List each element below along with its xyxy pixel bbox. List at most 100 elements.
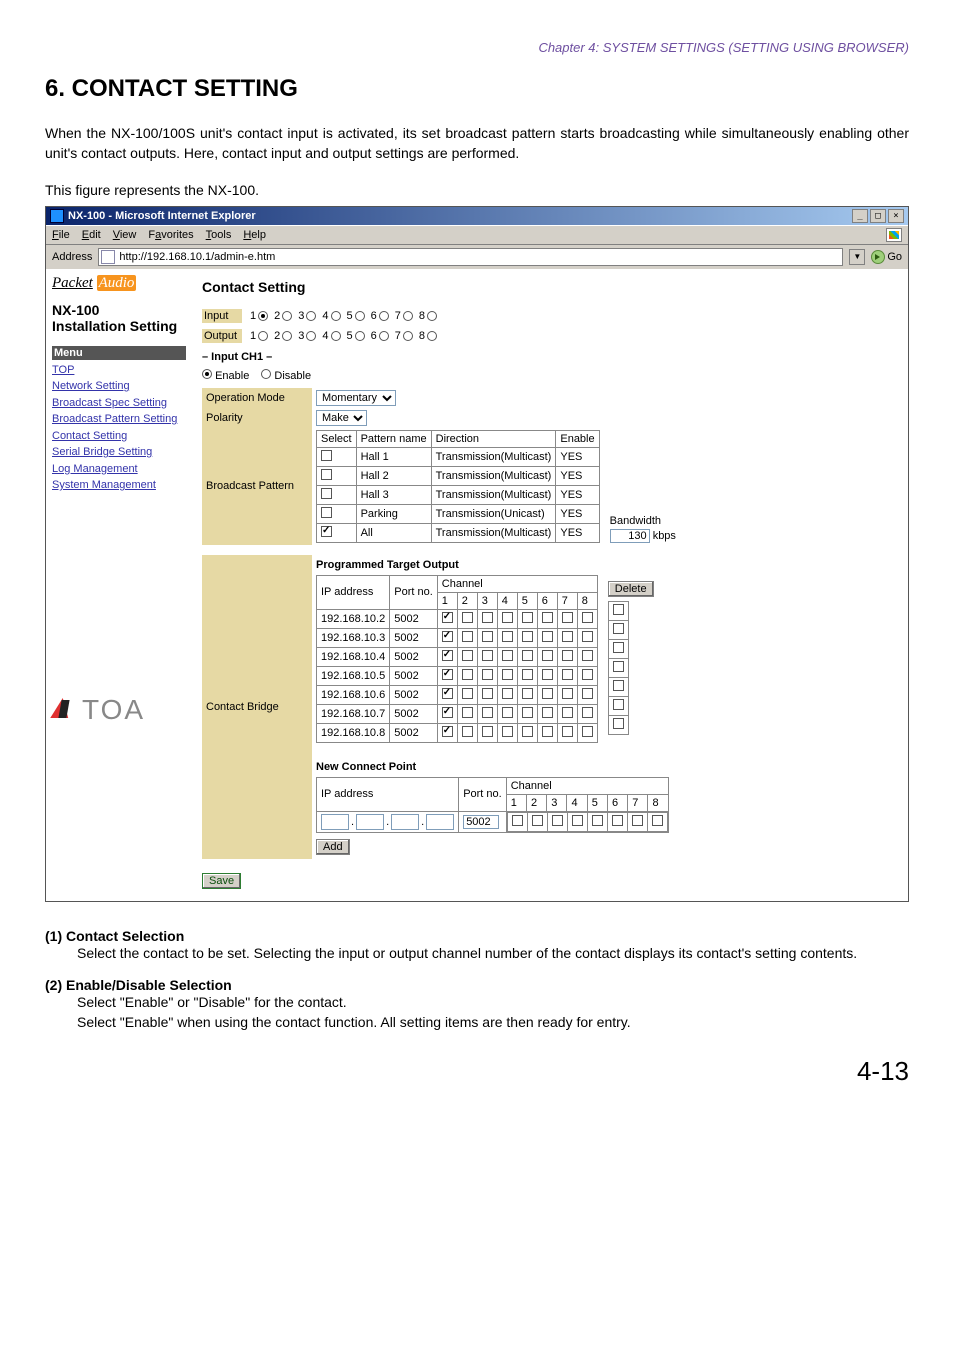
channel-checkbox[interactable]	[462, 726, 473, 737]
input-radio-2[interactable]: 2	[274, 310, 292, 322]
delete-checkbox[interactable]	[613, 604, 624, 615]
channel-checkbox[interactable]	[632, 815, 643, 826]
channel-checkbox[interactable]	[572, 815, 583, 826]
channel-checkbox[interactable]	[562, 612, 573, 623]
delete-button[interactable]: Delete	[608, 581, 654, 597]
channel-checkbox[interactable]	[522, 726, 533, 737]
address-dropdown-icon[interactable]: ▼	[849, 249, 865, 265]
close-button[interactable]: ×	[888, 209, 904, 223]
delete-checkbox[interactable]	[613, 680, 624, 691]
sidebar-link-broadcast-spec[interactable]: Broadcast Spec Setting	[52, 395, 186, 412]
menu-help[interactable]: Help	[243, 229, 266, 241]
channel-checkbox[interactable]	[562, 650, 573, 661]
channel-checkbox[interactable]	[582, 707, 593, 718]
channel-checkbox[interactable]	[582, 612, 593, 623]
channel-checkbox[interactable]	[522, 650, 533, 661]
select-checkbox[interactable]	[321, 488, 332, 499]
channel-checkbox[interactable]	[502, 707, 513, 718]
channel-checkbox[interactable]	[582, 650, 593, 661]
channel-checkbox[interactable]	[522, 631, 533, 642]
new-port-input[interactable]	[463, 815, 499, 829]
channel-checkbox[interactable]	[542, 726, 553, 737]
channel-checkbox[interactable]	[562, 669, 573, 680]
channel-checkbox[interactable]	[562, 707, 573, 718]
output-radio-4[interactable]: 4	[322, 330, 340, 342]
delete-checkbox[interactable]	[613, 642, 624, 653]
channel-checkbox[interactable]	[522, 688, 533, 699]
channel-checkbox[interactable]	[522, 612, 533, 623]
input-radio-6[interactable]: 6	[371, 310, 389, 322]
menu-edit[interactable]: Edit	[82, 229, 101, 241]
output-radio-8[interactable]: 8	[419, 330, 437, 342]
channel-checkbox[interactable]	[542, 707, 553, 718]
output-radio-2[interactable]: 2	[274, 330, 292, 342]
minimize-button[interactable]: _	[852, 209, 868, 223]
channel-checkbox[interactable]	[442, 707, 453, 718]
channel-checkbox[interactable]	[482, 612, 493, 623]
delete-checkbox[interactable]	[613, 699, 624, 710]
channel-checkbox[interactable]	[542, 669, 553, 680]
channel-checkbox[interactable]	[582, 669, 593, 680]
channel-checkbox[interactable]	[502, 688, 513, 699]
channel-checkbox[interactable]	[652, 815, 663, 826]
menu-file[interactable]: File	[52, 229, 70, 241]
address-input[interactable]: http://192.168.10.1/admin-e.htm	[98, 248, 843, 266]
channel-checkbox[interactable]	[592, 815, 603, 826]
menu-tools[interactable]: Tools	[206, 229, 232, 241]
menu-view[interactable]: View	[113, 229, 137, 241]
channel-checkbox[interactable]	[522, 669, 533, 680]
channel-checkbox[interactable]	[462, 650, 473, 661]
output-radio-3[interactable]: 3	[298, 330, 316, 342]
channel-checkbox[interactable]	[482, 669, 493, 680]
input-radio-3[interactable]: 3	[298, 310, 316, 322]
channel-checkbox[interactable]	[612, 815, 623, 826]
menu-favorites[interactable]: Favorites	[148, 229, 193, 241]
add-button[interactable]: Add	[316, 839, 350, 855]
channel-checkbox[interactable]	[582, 726, 593, 737]
channel-checkbox[interactable]	[582, 688, 593, 699]
input-radio-4[interactable]: 4	[322, 310, 340, 322]
delete-checkbox[interactable]	[613, 623, 624, 634]
channel-checkbox[interactable]	[542, 688, 553, 699]
delete-checkbox[interactable]	[613, 718, 624, 729]
channel-checkbox[interactable]	[482, 631, 493, 642]
input-radio-8[interactable]: 8	[419, 310, 437, 322]
channel-checkbox[interactable]	[442, 612, 453, 623]
channel-checkbox[interactable]	[562, 726, 573, 737]
input-radio-1[interactable]: 1	[250, 310, 268, 322]
select-checkbox[interactable]	[321, 526, 332, 537]
channel-checkbox[interactable]	[462, 707, 473, 718]
channel-checkbox[interactable]	[522, 707, 533, 718]
sidebar-link-contact[interactable]: Contact Setting	[52, 428, 186, 445]
input-radio-5[interactable]: 5	[347, 310, 365, 322]
channel-checkbox[interactable]	[442, 726, 453, 737]
channel-checkbox[interactable]	[462, 631, 473, 642]
save-button[interactable]: Save	[202, 873, 241, 889]
sidebar-link-serial[interactable]: Serial Bridge Setting	[52, 444, 186, 461]
maximize-button[interactable]: □	[870, 209, 886, 223]
output-radio-6[interactable]: 6	[371, 330, 389, 342]
radio-enable[interactable]: Enable	[202, 369, 249, 382]
channel-checkbox[interactable]	[482, 726, 493, 737]
output-radio-1[interactable]: 1	[250, 330, 268, 342]
channel-checkbox[interactable]	[462, 612, 473, 623]
sidebar-link-network[interactable]: Network Setting	[52, 378, 186, 395]
channel-checkbox[interactable]	[502, 612, 513, 623]
sidebar-link-log[interactable]: Log Management	[52, 461, 186, 478]
channel-checkbox[interactable]	[482, 707, 493, 718]
channel-checkbox[interactable]	[442, 669, 453, 680]
channel-checkbox[interactable]	[482, 650, 493, 661]
channel-checkbox[interactable]	[552, 815, 563, 826]
channel-checkbox[interactable]	[442, 650, 453, 661]
channel-checkbox[interactable]	[562, 688, 573, 699]
channel-checkbox[interactable]	[542, 631, 553, 642]
channel-checkbox[interactable]	[582, 631, 593, 642]
channel-checkbox[interactable]	[442, 631, 453, 642]
channel-checkbox[interactable]	[542, 612, 553, 623]
select-checkbox[interactable]	[321, 450, 332, 461]
select-checkbox[interactable]	[321, 469, 332, 480]
input-radio-7[interactable]: 7	[395, 310, 413, 322]
sidebar-link-broadcast-pattern[interactable]: Broadcast Pattern Setting	[52, 411, 186, 428]
select-checkbox[interactable]	[321, 507, 332, 518]
channel-checkbox[interactable]	[462, 669, 473, 680]
